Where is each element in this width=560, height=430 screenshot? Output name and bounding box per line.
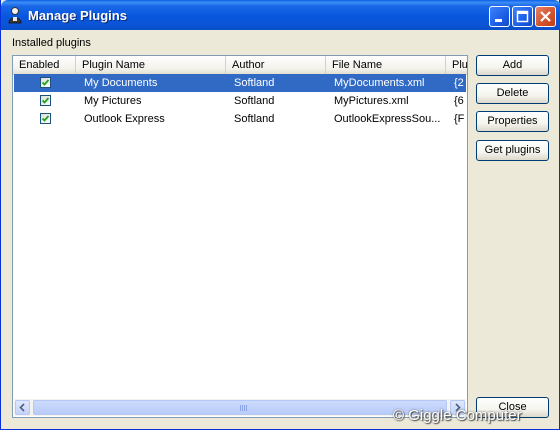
scroll-thumb[interactable] <box>33 400 447 415</box>
close-window-button[interactable] <box>535 6 556 27</box>
plugin-name-cell: My Documents <box>84 77 158 89</box>
column-header-author[interactable]: Author <box>226 56 326 74</box>
window-title: Manage Plugins <box>28 8 127 23</box>
table-row[interactable]: My Pictures Softland MyPictures.xml {6 <box>14 92 466 110</box>
file-name-cell: MyPictures.xml <box>334 95 409 107</box>
checkmark-icon <box>41 97 50 104</box>
plugin-id-cell: {F <box>454 113 465 125</box>
close-icon <box>540 11 551 22</box>
checkmark-icon <box>41 115 50 122</box>
get-plugins-button[interactable]: Get plugins <box>476 140 549 161</box>
minimize-button[interactable] <box>489 6 510 27</box>
watermark: © Giggle Computer <box>393 407 522 424</box>
file-name-cell: OutlookExpressSou... <box>334 113 441 125</box>
maximize-icon <box>516 10 529 23</box>
plugin-id-cell: {2 <box>454 77 464 89</box>
enabled-checkbox[interactable] <box>40 95 51 106</box>
delete-button[interactable]: Delete <box>476 83 549 104</box>
plugin-id-cell: {6 <box>454 95 464 107</box>
minimize-icon <box>495 19 502 22</box>
column-header-file-name[interactable]: File Name <box>326 56 446 74</box>
chevron-left-icon <box>19 403 25 412</box>
maximize-button[interactable] <box>512 6 533 27</box>
scroll-grip <box>240 405 248 411</box>
table-row[interactable]: Outlook Express Softland OutlookExpressS… <box>14 110 466 128</box>
checkmark-icon <box>41 79 50 86</box>
column-header-enabled[interactable]: Enabled <box>13 56 76 74</box>
table-row[interactable]: My Documents Softland MyDocuments.xml {2 <box>14 74 466 92</box>
enabled-checkbox[interactable] <box>40 113 51 124</box>
title-bar[interactable]: Manage Plugins <box>1 0 560 30</box>
scroll-left-button[interactable] <box>15 400 30 415</box>
installed-plugins-label: Installed plugins <box>12 37 91 49</box>
file-name-cell: MyDocuments.xml <box>334 77 425 89</box>
plugins-list[interactable]: Enabled Plugin Name Author File Name Plu… <box>12 55 468 418</box>
column-header-plugin-id[interactable]: Plu <box>446 56 467 74</box>
column-header-plugin-name[interactable]: Plugin Name <box>76 56 226 74</box>
list-header: Enabled Plugin Name Author File Name Plu <box>13 56 467 75</box>
author-cell: Softland <box>234 77 275 89</box>
add-button[interactable]: Add <box>476 55 549 76</box>
author-cell: Softland <box>234 95 275 107</box>
manage-plugins-window: Manage Plugins Installed plugins Enabled… <box>0 0 560 430</box>
author-cell: Softland <box>234 113 275 125</box>
plugin-name-cell: Outlook Express <box>84 113 165 125</box>
plugin-app-icon <box>8 7 22 24</box>
plugin-name-cell: My Pictures <box>84 95 142 107</box>
properties-button[interactable]: Properties <box>476 111 549 132</box>
enabled-checkbox[interactable] <box>40 77 51 88</box>
